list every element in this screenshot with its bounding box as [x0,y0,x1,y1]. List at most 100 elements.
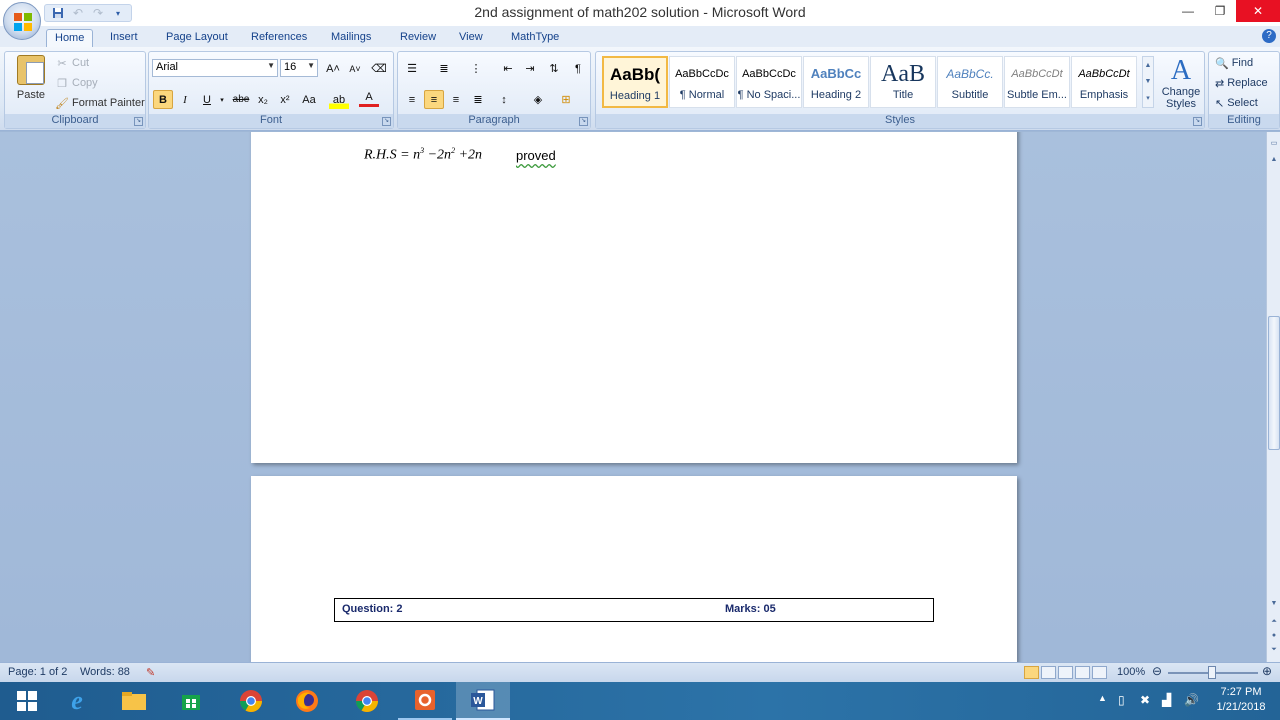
zoom-level[interactable]: 100% [1117,666,1145,678]
style-heading-2[interactable]: AaBbCc Heading 2 [803,56,869,108]
cut-button[interactable]: ✂ Cut [55,54,89,72]
shrink-font-button[interactable]: A˅ [345,59,365,78]
styles-launcher-icon[interactable]: ↘ [1193,117,1202,126]
font-launcher-icon[interactable]: ↘ [382,117,391,126]
web-layout-icon[interactable] [1058,666,1073,679]
find-button[interactable]: 🔍 Find [1215,54,1253,72]
scroll-down-icon[interactable]: ▼ [1268,598,1280,610]
align-center-icon[interactable]: ≡ [424,90,444,109]
strikethrough-button[interactable]: abe [231,90,251,109]
chevron-down-icon[interactable]: ▾ [217,90,227,109]
outline-view-icon[interactable] [1075,666,1090,679]
office-app-button[interactable] [398,682,452,720]
bullets-icon[interactable]: ☰ [402,59,422,78]
minimize-button[interactable]: — [1172,0,1204,22]
align-right-icon[interactable]: ≡ [446,90,466,109]
font-color-button[interactable]: A [359,90,379,107]
gallery-scroll[interactable]: ▲ ▼ ▾ [1142,56,1154,108]
font-name-combo[interactable]: Arial ▼ [152,59,278,77]
gallery-more-icon[interactable]: ▾ [1146,94,1150,102]
rhs-equation[interactable]: R.H.S = n3 −2n2 +2n [364,146,482,164]
scroll-up-icon[interactable]: ▲ [1268,154,1280,166]
tab-home[interactable]: Home [46,29,94,47]
proofing-icon[interactable]: ✎ [146,666,155,679]
chrome-button[interactable] [340,682,394,720]
change-styles-button[interactable]: A Change Styles [1158,56,1204,112]
highlight-button[interactable]: ab [329,90,349,109]
bold-button[interactable]: B [153,90,173,109]
decrease-indent-icon[interactable]: ⇤ [498,59,518,78]
page-2[interactable]: Question: 2 Marks: 05 [251,476,1017,662]
network-icon[interactable]: ✖ [1140,693,1150,707]
tab-insert[interactable]: Insert [102,29,146,47]
style-subtitle[interactable]: AaBbCc. Subtitle [937,56,1003,108]
borders-icon[interactable]: ⊞ [556,90,576,109]
proved-text[interactable]: proved [516,148,556,163]
select-button[interactable]: ↖ Select [1215,94,1258,112]
page-indicator[interactable]: Page: 1 of 2 [8,666,67,678]
clipboard-launcher-icon[interactable]: ↘ [134,117,143,126]
restore-button[interactable]: ❐ [1204,0,1236,22]
line-spacing-icon[interactable]: ↕ [494,90,514,109]
clear-formatting-icon[interactable]: ⌫ [369,59,389,78]
show-marks-button[interactable]: ¶ [568,59,588,78]
close-button[interactable]: ✕ [1236,0,1280,22]
print-layout-view-icon[interactable] [1024,666,1039,679]
superscript-button[interactable]: x² [275,90,295,109]
paste-button[interactable]: Paste [11,55,51,111]
style-title[interactable]: AaB Title [870,56,936,108]
increase-indent-icon[interactable]: ⇥ [520,59,540,78]
vertical-scrollbar[interactable]: ▭ ▲ ▼ ⏶ ● ⏷ [1266,132,1280,662]
word-button[interactable]: W [456,682,510,720]
change-case-button[interactable]: Aa [299,90,319,109]
tab-references[interactable]: References [243,29,315,47]
style-no-spacing[interactable]: AaBbCcDc ¶ No Spaci... [736,56,802,108]
previous-page-icon[interactable]: ⏶ [1268,616,1280,628]
numbering-icon[interactable]: ≣ [434,59,454,78]
next-page-icon[interactable]: ⏷ [1268,644,1280,656]
tab-view[interactable]: View [451,29,491,47]
tab-review[interactable]: Review [392,29,444,47]
internet-explorer-button[interactable]: e [50,682,104,720]
grow-font-button[interactable]: A˄ [323,59,343,78]
tab-mathtype[interactable]: MathType [503,29,567,47]
multilevel-list-icon[interactable]: ⋮ [466,59,486,78]
firefox-button[interactable] [280,682,334,720]
style-normal[interactable]: AaBbCcDc ¶ Normal [669,56,735,108]
chrome-beta-button[interactable] [224,682,278,720]
page-1[interactable]: R.H.S = n3 −2n2 +2n proved [251,132,1017,463]
underline-button[interactable]: U [197,90,217,109]
volume-icon[interactable]: 🔊 [1184,693,1199,707]
tab-page-layout[interactable]: Page Layout [158,29,236,47]
shading-icon[interactable]: ◈ [528,90,548,109]
replace-button[interactable]: ⇄ Replace [1215,74,1268,92]
style-heading-1[interactable]: AaBb( Heading 1 [602,56,668,108]
start-button[interactable] [0,682,54,720]
format-painter-button[interactable]: 🖌 Format Painter [55,94,145,112]
copy-button[interactable]: ❐ Copy [55,74,98,92]
style-subtle-emphasis[interactable]: AaBbCcDt Subtle Em... [1004,56,1070,108]
paragraph-launcher-icon[interactable]: ↘ [579,117,588,126]
file-explorer-button[interactable] [107,682,161,720]
italic-button[interactable]: I [175,90,195,109]
scroll-thumb[interactable] [1268,316,1280,450]
zoom-out-icon[interactable]: ⊖ [1152,664,1162,678]
align-left-icon[interactable]: ≡ [402,90,422,109]
full-screen-reading-icon[interactable] [1041,666,1056,679]
justify-icon[interactable]: ≣ [468,90,488,109]
tab-mailings[interactable]: Mailings [323,29,379,47]
zoom-in-icon[interactable]: ⊕ [1262,664,1272,678]
select-browse-object-icon[interactable]: ● [1268,630,1280,642]
font-size-combo[interactable]: 16 ▼ [280,59,318,77]
help-icon[interactable]: ? [1262,29,1276,43]
chevron-down-icon[interactable]: ▼ [1145,78,1152,85]
chevron-up-icon[interactable]: ▲ [1145,62,1152,69]
clock[interactable]: 7:27 PM 1/21/2018 [1206,685,1276,715]
word-count[interactable]: Words: 88 [80,666,130,678]
show-hidden-icons[interactable]: ▲ [1098,693,1107,703]
style-emphasis[interactable]: AaBbCcDt Emphasis [1071,56,1137,108]
sort-icon[interactable]: ⇅ [544,59,564,78]
subscript-button[interactable]: x₂ [253,90,273,109]
ruler-toggle-icon[interactable]: ▭ [1268,138,1280,150]
draft-view-icon[interactable] [1092,666,1107,679]
